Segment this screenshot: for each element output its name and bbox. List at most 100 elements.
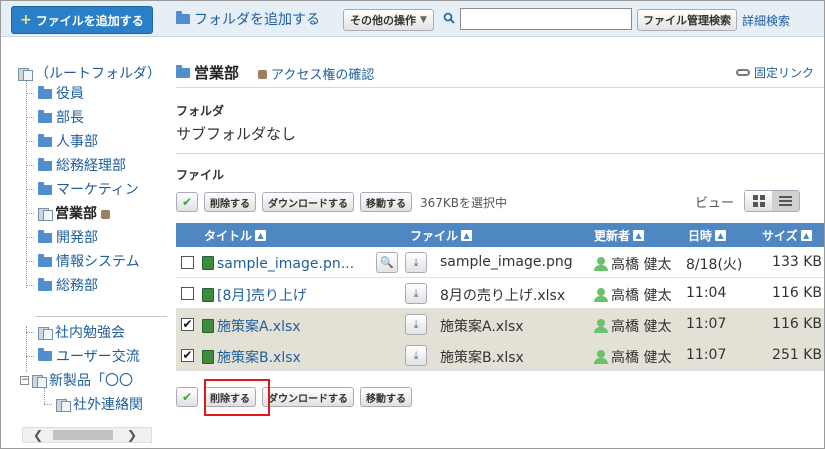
grid-icon [752,195,765,207]
tree-item-study-group[interactable]: 社内勉強会 [38,322,125,342]
tree-guide [26,261,34,262]
title-cell[interactable]: [8月]売り上げ [202,285,307,305]
row-checkbox[interactable] [181,256,194,269]
col-date-label: 日時 [688,229,713,243]
title-cell[interactable]: sample_image.pn... [202,254,354,272]
tree-item-3[interactable]: 人事部 [38,131,98,151]
file-title-link[interactable]: 施策案B.xlsx [217,350,301,366]
scroll-left-icon[interactable]: ❮ [33,428,43,442]
collapse-icon[interactable]: − [20,375,29,385]
tree-item-8[interactable]: 情報システム [38,251,140,271]
col-date[interactable]: 日時 ▲ [688,227,727,244]
scroll-right-icon[interactable]: ❯ [127,428,137,442]
tree-item-label: マーケティン [56,182,139,198]
tree-item-user-exchange[interactable]: ユーザー交流 [38,346,140,366]
file-title-link[interactable]: 施策案A.xlsx [217,319,301,335]
tree-item-6[interactable]: 営業部 [38,203,110,223]
col-size-label: サイズ [762,229,798,243]
date-cell: 11:04 [686,285,727,301]
sort-icon: ▲ [633,230,645,241]
file-search-button[interactable]: ファイル管理検索 [637,9,737,31]
add-file-button[interactable]: + ファイルを追加する [11,6,153,34]
advanced-search-link[interactable]: 詳細検索 [742,12,790,29]
no-subfolder-text: サブフォルダなし [176,125,297,143]
col-updater[interactable]: 更新者 ▲ [594,227,645,244]
tree-item-label: 総務部 [56,278,98,294]
download-file-button[interactable]: ⤓ [405,314,427,335]
tree-item-label: ユーザー交流 [56,349,140,365]
tree-item-5[interactable]: マーケティン [38,179,139,199]
download-file-button[interactable]: ⤓ [405,345,427,366]
title-cell[interactable]: 施策案A.xlsx [202,316,301,336]
file-actions-top: ✔ 削除する ダウンロードする 移動する 367KBを選択中 [176,191,507,213]
scroll-thumb[interactable] [53,430,113,440]
preview-button[interactable]: 🔍 [376,252,398,273]
tree-item-external-contact[interactable]: 社外連絡関 [56,394,143,414]
tree-item-label: 開発部 [56,230,98,246]
tree-item-label: （ルートフォルダ） [35,66,161,82]
table-row: [8月]売り上げ ⤓ 8月の売り上げ.xlsx 高橋 健太 11:04 116 KB [176,278,824,309]
row-checkbox[interactable] [181,287,194,300]
move-button[interactable]: 移動する [360,387,412,407]
lock-icon [101,209,110,219]
date-cell: 11:07 [686,316,727,332]
folder-icon [176,11,190,24]
size-cell: 116 KB [772,285,822,301]
sort-icon: ▲ [461,230,473,241]
add-folder-link[interactable]: フォルダを追加する [176,9,320,29]
tree-guide [26,213,34,214]
filename-cell: 施策案A.xlsx [440,319,524,335]
tree-item-9[interactable]: 総務部 [38,275,98,295]
download-file-button[interactable]: ⤓ [405,252,427,273]
select-all-button[interactable]: ✔ [176,192,198,212]
download-button[interactable]: ダウンロードする [262,192,354,212]
list-view-button[interactable] [772,191,799,211]
folder-icon [38,86,52,99]
search-input[interactable] [460,8,632,30]
tree-item-new-product[interactable]: − 新製品「〇〇 [20,370,133,390]
move-button[interactable]: 移動する [360,192,412,212]
tree-item-label: 役員 [56,86,84,102]
folder-icon [176,64,190,78]
search-icon [443,12,455,24]
download-button[interactable]: ダウンロードする [262,387,354,407]
space-icon [38,207,53,221]
folder-icon [38,158,52,171]
other-operations-dropdown[interactable]: その他の操作 ▼ [343,9,434,31]
folder-tree-icon [18,67,33,81]
folder-section-label: フォルダ [176,104,225,118]
download-icon: ⤓ [413,286,419,300]
tree-guide [26,80,27,288]
tree-item-label: 部長 [56,110,84,126]
tree-guide [26,332,34,333]
tree-item-1[interactable]: 役員 [38,83,84,103]
select-all-button[interactable]: ✔ [176,387,198,407]
tree-item-7[interactable]: 開発部 [38,227,98,247]
delete-button[interactable]: 削除する [204,192,256,212]
add-folder-label: フォルダを追加する [194,12,320,28]
file-icon [202,350,214,364]
row-checkbox[interactable]: ✔ [181,318,194,331]
title-cell[interactable]: 施策案B.xlsx [202,347,301,367]
row-checkbox[interactable]: ✔ [181,349,194,362]
download-file-button[interactable]: ⤓ [405,283,427,304]
tree-guide [26,117,34,118]
tree-item-2[interactable]: 部長 [38,107,84,127]
tree-item-label: 総務経理部 [56,158,126,174]
file-title-link[interactable]: sample_image.pn... [217,256,354,272]
access-check-link[interactable]: アクセス権の確認 [258,64,374,83]
highlight-delete-button [204,379,270,416]
selection-info: 367KBを選択中 [420,195,508,210]
toolbar: + ファイルを追加する フォルダを追加する その他の操作 ▼ ファイル管理検索 … [1,1,824,37]
download-icon: ⤓ [413,348,419,362]
col-file[interactable]: ファイル ▲ [410,227,473,244]
col-title[interactable]: タイトル ▲ [204,227,267,244]
grid-view-button[interactable] [745,191,772,211]
user-icon [594,350,608,364]
file-title-link[interactable]: [8月]売り上げ [217,288,307,304]
tree-item-4[interactable]: 総務経理部 [38,155,126,175]
tree-horizontal-scrollbar[interactable]: ❮ ❯ [22,427,152,443]
col-size[interactable]: サイズ ▲ [762,227,812,244]
permalink-link[interactable]: 固定リンク [736,64,814,81]
tree-item-root[interactable]: （ルートフォルダ） [18,63,161,83]
